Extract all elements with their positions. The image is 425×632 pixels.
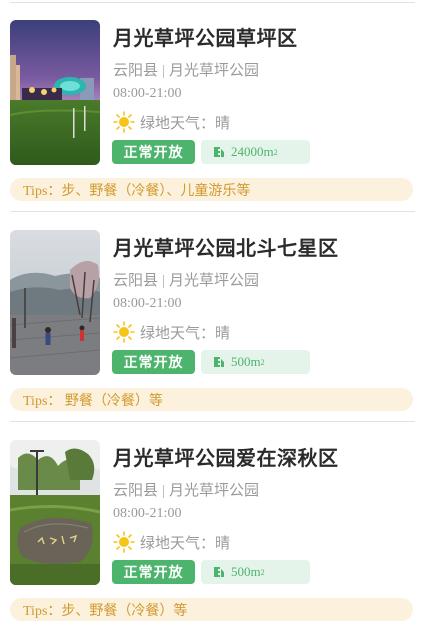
park-label: 月光草坪公园 — [169, 63, 260, 79]
area-ruler-icon — [214, 567, 224, 577]
area-value: 24000m — [231, 144, 274, 159]
area-value: 500m — [231, 564, 261, 579]
separator: | — [162, 63, 166, 79]
park-photo-night-lawn — [10, 20, 100, 165]
area-ruler-icon — [214, 357, 224, 367]
park-label: 月光草坪公园 — [169, 273, 260, 289]
county-label: 云阳县 — [113, 273, 159, 289]
area-unit-superscript: 2 — [260, 567, 265, 577]
county-label: 云阳县 — [113, 63, 159, 79]
green-space-card[interactable]: 月光草坪公园北斗七星区 云阳县 | 月光草坪公园 08:00-21:00 绿地天气：… — [0, 212, 425, 422]
area-ruler-icon — [214, 147, 224, 157]
weather-row: 绿地天气：晴 — [113, 110, 230, 134]
park-label: 月光草坪公园 — [169, 483, 260, 499]
area-unit-superscript: 2 — [273, 147, 278, 157]
separator: | — [162, 483, 166, 499]
card-title: 月光草坪公园草坪区 — [113, 26, 298, 50]
park-photo-stone-marker — [10, 440, 100, 585]
area-badge: 500m 2 — [201, 350, 310, 374]
location-line: 云阳县 | 月光草坪公园 — [113, 269, 259, 290]
sun-icon — [113, 321, 135, 343]
location-line: 云阳县 | 月光草坪公园 — [113, 59, 259, 80]
card-title: 月光草坪公园爱在深秋区 — [113, 446, 339, 470]
separator: | — [162, 273, 166, 289]
area-unit-superscript: 2 — [260, 357, 265, 367]
opening-hours: 08:00-21:00 — [113, 86, 182, 101]
area-badge: 24000m 2 — [201, 140, 310, 164]
card-title: 月光草坪公园北斗七星区 — [113, 236, 339, 260]
weather-row: 绿地天气：晴 — [113, 320, 230, 344]
tips-banner: Tips：步、野餐（冷餐）、儿童游乐等 — [10, 178, 413, 201]
green-space-card[interactable]: 月光草坪公园草坪区 云阳县 | 月光草坪公园 08:00-21:00 绿地天气：晴 … — [0, 2, 425, 212]
area-value: 500m — [231, 354, 261, 369]
sun-icon — [113, 111, 135, 133]
sun-icon — [113, 531, 135, 553]
weather-text: 绿地天气：晴 — [140, 535, 231, 552]
park-photo-plaza-trees — [10, 230, 100, 375]
tips-banner: Tips： 野餐（冷餐）等 — [10, 388, 413, 411]
tips-banner: Tips：步、野餐（冷餐）等 — [10, 598, 413, 621]
opening-hours: 08:00-21:00 — [113, 506, 182, 521]
county-label: 云阳县 — [113, 483, 159, 499]
opening-hours: 08:00-21:00 — [113, 296, 182, 311]
location-line: 云阳县 | 月光草坪公园 — [113, 479, 259, 500]
status-badge: 正常开放 — [112, 560, 195, 584]
status-badge: 正常开放 — [112, 350, 195, 374]
status-badge: 正常开放 — [112, 140, 195, 164]
area-badge: 500m 2 — [201, 560, 310, 584]
weather-row: 绿地天气：晴 — [113, 530, 230, 554]
green-space-card[interactable]: 月光草坪公园爱在深秋区 云阳县 | 月光草坪公园 08:00-21:00 绿地天气：… — [0, 422, 425, 632]
weather-text: 绿地天气：晴 — [140, 115, 231, 132]
weather-text: 绿地天气：晴 — [140, 325, 231, 342]
